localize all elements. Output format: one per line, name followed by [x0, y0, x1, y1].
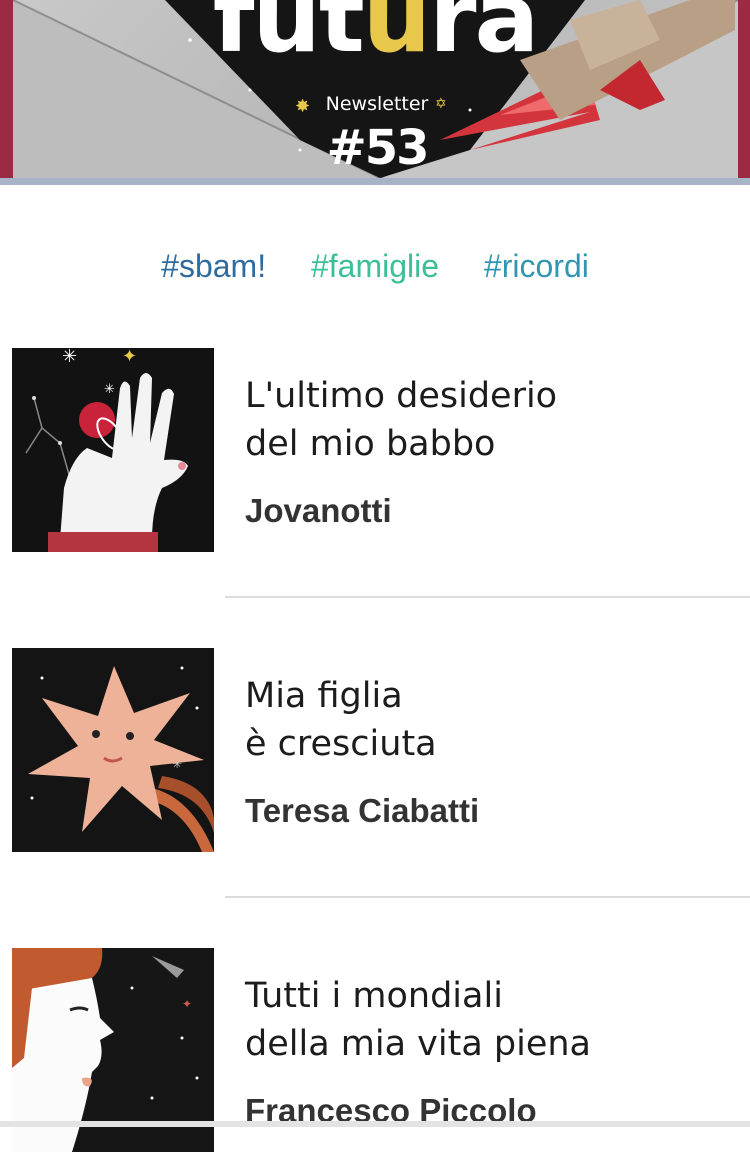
banner-right-edge	[738, 0, 750, 178]
article-divider	[225, 896, 750, 898]
bottom-scroll-edge	[0, 1121, 750, 1127]
tag-famiglie[interactable]: #famiglie	[311, 248, 439, 285]
header-banner: ✸ ✡ futura Newsletter #53	[0, 0, 750, 178]
star-illustration: ✳	[12, 648, 214, 852]
tag-list: #sbam! #famiglie #ricordi	[0, 248, 750, 285]
article-item[interactable]: ✳ ✦ ✳ L'ultimo desiderio del mio babbo J…	[0, 348, 750, 568]
svg-text:✳: ✳	[62, 348, 77, 367]
article-divider	[225, 596, 750, 598]
article-author: Teresa Ciabatti	[245, 792, 480, 829]
article-title[interactable]: Tutti i mondiali della mia vita piena	[245, 972, 735, 1068]
article-title-line2: è cresciuta	[245, 724, 437, 764]
article-title-line1: Tutti i mondiali	[245, 976, 503, 1016]
article-thumbnail-star[interactable]: ✳	[12, 648, 214, 852]
article-author: Jovanotti	[245, 492, 392, 529]
futura-logo: futura	[212, 0, 539, 74]
banner-left-edge	[0, 0, 13, 178]
article-title-line1: Mia figlia	[245, 676, 403, 716]
svg-text:✦: ✦	[182, 997, 192, 1011]
article-item[interactable]: ✦ Tutti i mondiali della mia vita piena …	[0, 948, 750, 1168]
issue-number: #53	[326, 120, 429, 176]
svg-text:✦: ✦	[122, 348, 137, 367]
article-thumbnail-hand[interactable]: ✳ ✦ ✳	[12, 348, 214, 552]
newsletter-label: Newsletter	[325, 93, 429, 115]
tag-sbam[interactable]: #sbam!	[161, 248, 266, 285]
article-title-line2: del mio babbo	[245, 424, 496, 464]
article-item[interactable]: ✳ Mia figlia è cresciuta Teresa Ciabatti	[0, 648, 750, 868]
tag-ricordi[interactable]: #ricordi	[484, 248, 589, 285]
banner-divider	[0, 178, 750, 185]
hand-illustration: ✳ ✦ ✳	[12, 348, 214, 552]
article-title-line1: L'ultimo desiderio	[245, 376, 558, 416]
article-title[interactable]: Mia figlia è cresciuta	[245, 672, 735, 768]
article-title-line2: della mia vita piena	[245, 1024, 592, 1064]
svg-text:✳: ✳	[104, 382, 115, 397]
article-title[interactable]: L'ultimo desiderio del mio babbo	[245, 372, 735, 468]
